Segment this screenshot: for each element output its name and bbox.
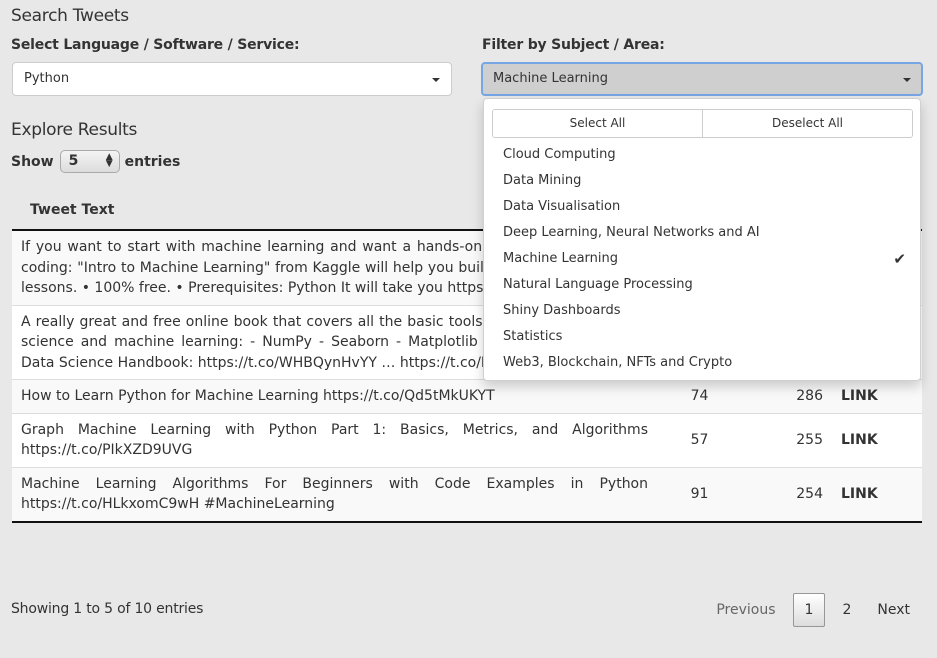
subject-label: Filter by Subject / Area:: [482, 37, 665, 53]
spinner-icon: ▲ ▼: [105, 152, 113, 169]
subject-option-label: Natural Language Processing: [503, 277, 693, 292]
language-label: Select Language / Software / Service:: [11, 37, 300, 53]
subject-option[interactable]: Deep Learning, Neural Networks and AI: [484, 220, 920, 246]
subject-option-label: Statistics: [503, 329, 563, 344]
subject-option-label: Data Visualisation: [503, 199, 621, 214]
subject-option-label: Cloud Computing: [503, 147, 616, 162]
link-cell: LINK: [832, 379, 922, 413]
count-cell: 91: [657, 466, 742, 523]
show-label: Show: [11, 153, 54, 170]
subject-option[interactable]: Data Visualisation: [484, 194, 920, 220]
subject-option[interactable]: Machine Learning ✔: [484, 246, 920, 272]
subject-option[interactable]: Data Mining: [484, 168, 920, 194]
bulk-actions: Select All Deselect All: [492, 109, 913, 138]
checkmark-icon: ✔: [893, 250, 906, 268]
next-button[interactable]: Next: [864, 593, 923, 627]
link-cell: LINK: [832, 412, 922, 467]
subject-select-value: Machine Learning: [493, 71, 608, 86]
table-row: Machine Learning Algorithms For Beginner…: [12, 466, 922, 523]
subject-option-label: Data Mining: [503, 173, 582, 188]
subject-option-label: Shiny Dashboards: [503, 303, 621, 318]
subject-select[interactable]: Machine Learning: [481, 62, 923, 96]
previous-button[interactable]: Previous: [703, 593, 788, 627]
count-cell: 255: [742, 412, 832, 467]
pagination: Previous 1 2 Next: [703, 593, 923, 627]
tweet-link[interactable]: LINK: [841, 432, 878, 448]
subject-options: Cloud Computing Data Mining Data Visualisa…: [484, 142, 920, 376]
results-title: Explore Results: [11, 120, 138, 140]
tweet-link[interactable]: LINK: [841, 388, 878, 404]
page-length-control: Show 5 ▲ ▼ entries: [11, 150, 180, 173]
tweet-text-cell: How to Learn Python for Machine Learning…: [12, 379, 657, 413]
count-cell: 286: [742, 379, 832, 413]
subject-option[interactable]: Statistics: [484, 324, 920, 350]
chevron-down-icon: [432, 78, 440, 82]
chevron-down-icon: [903, 78, 911, 82]
table-info: Showing 1 to 5 of 10 entries: [11, 601, 204, 617]
page-title: Search Tweets: [11, 6, 129, 26]
subject-dropdown-menu: Select All Deselect All Cloud Computing D…: [483, 98, 921, 381]
link-cell: LINK: [832, 466, 922, 523]
page-button-2[interactable]: 2: [829, 593, 864, 627]
subject-option-label: Machine Learning: [503, 251, 618, 266]
language-select-value: Python: [24, 71, 70, 86]
select-all-button[interactable]: Select All: [493, 110, 702, 137]
subject-option[interactable]: Cloud Computing: [484, 142, 920, 168]
subject-option-label: Deep Learning, Neural Networks and AI: [503, 225, 760, 240]
deselect-all-button[interactable]: Deselect All: [702, 110, 912, 137]
subject-option-label: Web3, Blockchain, NFTs and Crypto: [503, 355, 733, 370]
subject-option[interactable]: Web3, Blockchain, NFTs and Crypto: [484, 350, 920, 376]
page-length-select[interactable]: 5 ▲ ▼: [59, 150, 120, 173]
subject-option[interactable]: Natural Language Processing: [484, 272, 920, 298]
page-length-value: 5: [68, 153, 79, 169]
entries-label: entries: [124, 153, 181, 170]
table-row: How to Learn Python for Machine Learning…: [12, 379, 922, 413]
language-select[interactable]: Python: [12, 62, 452, 96]
page-button-1[interactable]: 1: [792, 593, 826, 627]
tweet-text-cell: Machine Learning Algorithms For Beginner…: [12, 466, 657, 523]
count-cell: 254: [742, 466, 832, 523]
tweet-text-cell: Graph Machine Learning with Python Part …: [12, 412, 657, 467]
table-row: Graph Machine Learning with Python Part …: [12, 412, 922, 467]
count-cell: 74: [657, 379, 742, 413]
subject-option[interactable]: Shiny Dashboards: [484, 298, 920, 324]
tweet-link[interactable]: LINK: [841, 486, 878, 502]
count-cell: 57: [657, 412, 742, 467]
